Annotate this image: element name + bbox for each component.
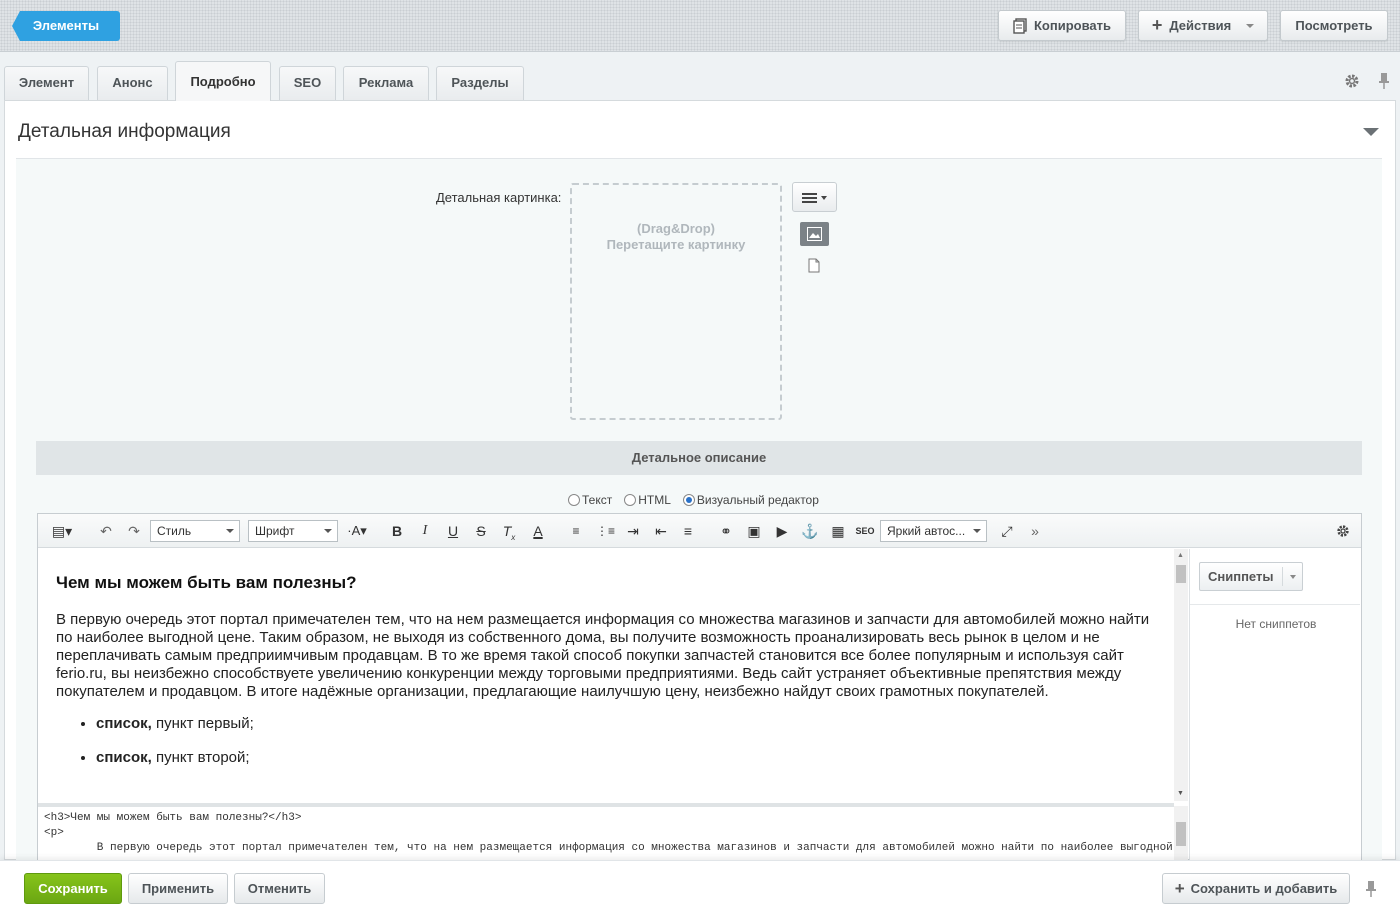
strikethrough-icon[interactable]: S — [473, 522, 489, 540]
image-menu-button[interactable] — [792, 182, 837, 212]
remove-format-icon[interactable]: Tx — [500, 522, 518, 542]
divider — [1282, 567, 1283, 586]
section-title: Детальная информация — [18, 121, 231, 142]
mode-visual-label: Визуальный редактор — [696, 493, 819, 507]
code-view[interactable]: <h3>Чем мы можем быть вам полезны?</h3> … — [38, 803, 1174, 860]
more-icon[interactable]: » — [1026, 522, 1044, 540]
outdent-icon[interactable]: ⇤ — [653, 522, 669, 540]
divider — [1190, 604, 1360, 605]
tab-sections[interactable]: Разделы — [436, 66, 524, 100]
image-icon — [807, 227, 822, 241]
tab-ads[interactable]: Реклама — [343, 66, 429, 100]
undo-icon[interactable]: ↶ — [98, 522, 114, 540]
dropzone-hint-2: Перетащите картинку — [606, 237, 746, 252]
scroll-up-icon[interactable]: ▲ — [1177, 552, 1184, 559]
code-line: <p> — [44, 827, 64, 839]
editor-content[interactable]: Чем мы можем быть вам полезны? В первую … — [56, 573, 1162, 783]
editor-mode-switch: Текст HTML Визуальный редактор — [568, 493, 819, 507]
save-and-add-button[interactable]: + Сохранить и добавить — [1162, 873, 1350, 904]
tab-details[interactable]: Подробно — [175, 61, 271, 101]
snippets-button[interactable]: Сниппеты — [1199, 562, 1303, 591]
code-scroll-thumb[interactable] — [1176, 822, 1186, 846]
file-icon[interactable] — [808, 258, 820, 273]
mode-text-label: Текст — [582, 493, 613, 507]
insert-image-icon[interactable]: ▣ — [745, 522, 763, 540]
italic-icon[interactable]: I — [417, 522, 433, 540]
mode-html-label: HTML — [638, 493, 671, 507]
snippet-select[interactable]: Яркий автос... — [880, 520, 987, 542]
plus-icon: + — [1151, 15, 1163, 35]
font-size-icon[interactable]: ·A▾ — [344, 522, 370, 540]
actions-button[interactable]: + Действия — [1138, 10, 1268, 41]
mode-html-radio[interactable]: HTML — [624, 493, 671, 507]
chevron-down-icon — [1290, 575, 1296, 579]
snippets-label: Сниппеты — [1208, 569, 1274, 584]
tab-seo[interactable]: SEO — [279, 66, 336, 100]
code-line: <h3>Чем мы можем быть вам полезны?</h3> — [44, 812, 302, 824]
style-select[interactable]: Стиль — [150, 520, 240, 542]
editor-settings-icon[interactable] — [1336, 524, 1350, 538]
image-upload-button[interactable] — [800, 222, 829, 246]
back-to-elements-button[interactable]: Элементы — [12, 11, 120, 41]
content-paragraph: В первую очередь этот портал примечателе… — [56, 611, 1150, 700]
snippets-panel — [1189, 549, 1361, 860]
menu-icon — [802, 193, 827, 203]
dropzone-hint-1: (Drag&Drop) — [637, 221, 715, 236]
view-button[interactable]: Посмотреть — [1280, 10, 1388, 41]
editor-scroll-thumb[interactable] — [1176, 565, 1186, 583]
bold-icon[interactable]: B — [389, 522, 405, 540]
editor-scrollbar[interactable] — [1174, 549, 1188, 801]
radio-selected-icon — [682, 494, 695, 506]
copy-label: Копировать — [1033, 18, 1111, 33]
table-icon[interactable]: ▦ — [829, 522, 847, 540]
code-line: В первую очередь этот портал примечателе… — [44, 842, 1174, 854]
pin-icon[interactable] — [1377, 72, 1391, 90]
image-dropzone[interactable]: (Drag&Drop) Перетащите картинку — [570, 183, 782, 420]
save-button[interactable]: Сохранить — [24, 873, 122, 904]
scroll-down-icon[interactable]: ▼ — [1177, 790, 1184, 797]
font-select[interactable]: Шрифт — [248, 520, 338, 542]
insert-video-icon[interactable]: ▶ — [773, 522, 791, 540]
actions-label: Действия — [1169, 18, 1232, 33]
list-item: список, пункт второй; — [96, 749, 1162, 767]
copy-icon — [1013, 17, 1027, 34]
mode-visual-radio[interactable]: Визуальный редактор — [682, 493, 819, 507]
more-tools-icon[interactable]: ▤▾ — [48, 522, 76, 540]
fullscreen-icon[interactable]: ⤢ — [998, 522, 1016, 540]
radio-icon — [568, 494, 580, 506]
description-header: Детальное описание — [36, 441, 1362, 475]
link-icon[interactable]: ⚭ — [716, 522, 736, 540]
indent-icon[interactable]: ⇥ — [625, 522, 641, 540]
cancel-button[interactable]: Отменить — [234, 873, 325, 904]
ordered-list-icon[interactable]: ≡ — [568, 522, 584, 540]
no-snippets-text: Нет сниппетов — [1235, 617, 1317, 631]
gear-icon[interactable] — [1344, 73, 1360, 89]
picture-label: Детальная картинка: — [436, 190, 562, 205]
tab-element[interactable]: Элемент — [4, 66, 89, 100]
mode-text-radio[interactable]: Текст — [568, 493, 612, 507]
content-heading: Чем мы можем быть вам полезны? — [56, 573, 357, 592]
plus-icon: + — [1174, 879, 1185, 898]
radio-icon — [624, 494, 637, 506]
bullet-list-icon[interactable]: ⋮≡ — [596, 522, 615, 540]
align-justify-icon[interactable]: ≡ — [680, 522, 696, 540]
apply-button[interactable]: Применить — [128, 873, 228, 904]
redo-icon[interactable]: ↷ — [126, 522, 142, 540]
pin-icon[interactable] — [1364, 880, 1378, 898]
underline-icon[interactable]: U — [445, 522, 461, 540]
save-and-add-label: Сохранить и добавить — [1190, 881, 1338, 896]
anchor-icon[interactable]: ⚓ — [801, 522, 819, 540]
list-item: список, пункт первый; — [96, 715, 1162, 733]
chevron-down-icon — [1246, 23, 1255, 28]
copy-button[interactable]: Копировать — [998, 10, 1126, 41]
tab-announce[interactable]: Анонс — [97, 66, 168, 100]
font-color-icon[interactable]: A — [530, 522, 546, 540]
collapse-icon[interactable] — [1363, 128, 1379, 136]
seo-icon[interactable]: SEO — [855, 522, 875, 540]
content-list: список, пункт первый; список, пункт втор… — [56, 715, 1162, 767]
